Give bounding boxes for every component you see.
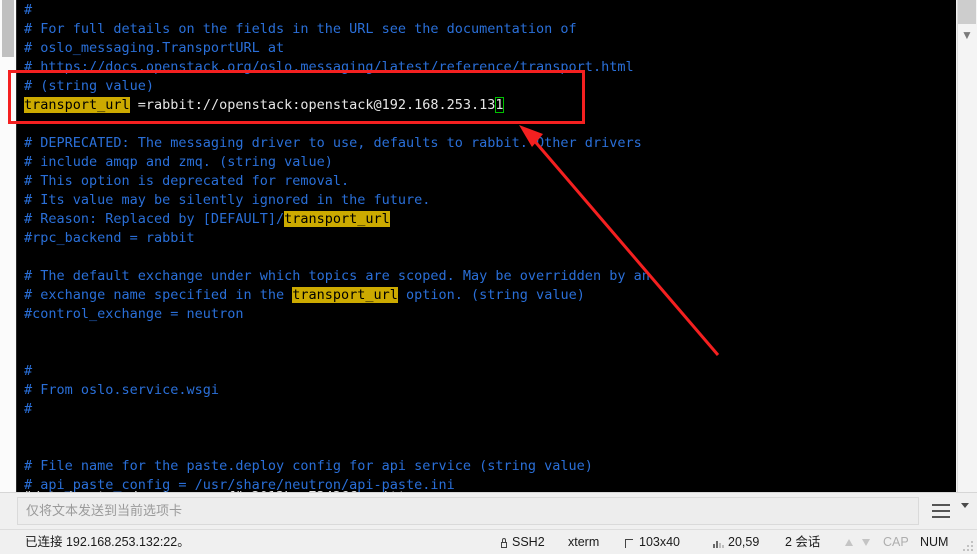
- status-bar: 已连接 192.168.253.132:22。 SSH2 xterm 103x4…: [0, 529, 977, 554]
- status-protocol-label: SSH2: [512, 535, 545, 549]
- search-match: transport_url: [284, 211, 390, 227]
- terminal-line: # DEPRECATED: The messaging driver to us…: [24, 134, 956, 153]
- terminal-line: #rpc_backend = rabbit: [24, 229, 956, 248]
- hamburger-menu-icon[interactable]: [928, 499, 954, 523]
- terminal-pane[interactable]: # # For full details on the fields in the…: [16, 0, 956, 492]
- chevron-down-icon[interactable]: [961, 503, 969, 508]
- status-dimensions: 103x40: [625, 530, 680, 554]
- terminal-line: transport_url =rabbit://openstack:openst…: [24, 96, 956, 115]
- terminal-text-run: # This option is deprecated for removal.: [24, 173, 350, 189]
- vim-status-line: "/etc/neutron/neutron.conf" 2013L, 73426…: [24, 469, 952, 492]
- scrollbar-track[interactable]: [957, 0, 977, 492]
- download-indicator-icon: [862, 530, 870, 554]
- status-num-lock: NUM: [920, 535, 949, 549]
- terminal-scrollbar-left[interactable]: [0, 0, 17, 492]
- terminal-line: # oslo_messaging.TransportURL at: [24, 39, 956, 58]
- status-protocol: SSH2: [500, 530, 545, 554]
- terminal-line: #: [24, 362, 956, 381]
- terminal-text-run: # include amqp and zmq. (string value): [24, 154, 333, 170]
- terminal-line: # Its value may be silently ignored in t…: [24, 191, 956, 210]
- terminal-text-run: #: [24, 401, 33, 417]
- terminal-text-run: # The default exchange under which topic…: [24, 268, 650, 284]
- terminal-text-run: # Reason: Replaced by [DEFAULT]/: [24, 211, 285, 227]
- terminal-text-run: option. (string value): [397, 287, 585, 303]
- send-text-input[interactable]: 仅将文本发送到当前选项卡: [17, 497, 919, 525]
- terminal-text-run: # From oslo.service.wsgi: [24, 382, 220, 398]
- search-match: transport_url: [292, 287, 398, 303]
- signal-icon: [713, 538, 724, 548]
- terminal-text-run: #rpc_backend = rabbit: [24, 230, 195, 246]
- status-caps-lock: CAP: [883, 535, 909, 549]
- status-terminal-type: xterm: [568, 535, 600, 549]
- terminal-text-run: # oslo_messaging.TransportURL at: [24, 40, 285, 56]
- status-dimensions-label: 103x40: [639, 535, 681, 549]
- terminal-line: # exchange name specified in the transpo…: [24, 286, 956, 305]
- terminal-line: # include amqp and zmq. (string value): [24, 153, 956, 172]
- scrollbar-thumb-right[interactable]: [958, 0, 976, 24]
- chevron-down-icon[interactable]: ▼: [958, 24, 976, 46]
- window-scrollbar-right[interactable]: ▼: [956, 0, 977, 492]
- terminal-text-run: # Its value may be silently ignored in t…: [24, 192, 431, 208]
- terminal-line: # (string value): [24, 77, 956, 96]
- lock-icon: [500, 538, 508, 548]
- status-connection: 已连接 192.168.253.132:22。: [25, 535, 190, 549]
- scrollbar-thumb[interactable]: [2, 0, 14, 57]
- command-bar: 仅将文本发送到当前选项卡: [0, 492, 977, 530]
- terminal-line: # https://docs.openstack.org/oslo.messag…: [24, 58, 956, 77]
- terminal-cursor: 1: [495, 97, 504, 113]
- terminal-text-run: #: [24, 363, 33, 379]
- terminal-text: # # For full details on the fields in the…: [16, 0, 956, 492]
- terminal-text-run: # For full details on the fields in the …: [24, 21, 577, 37]
- status-cursor: 20,59: [713, 530, 759, 554]
- status-sessions: 2 会话: [785, 535, 821, 549]
- securecrt-window: # # For full details on the fields in the…: [0, 0, 977, 554]
- terminal-line: #: [24, 1, 956, 20]
- terminal-text-run: # (string value): [24, 78, 155, 94]
- terminal-text-run: =rabbit://openstack:openstack@192.168.25…: [129, 97, 496, 113]
- upload-indicator-icon: [845, 530, 853, 554]
- terminal-line: # The default exchange under which topic…: [24, 267, 956, 286]
- terminal-text-run: # exchange name specified in the: [24, 287, 293, 303]
- terminal-line: #: [24, 400, 956, 419]
- terminal-line: # For full details on the fields in the …: [24, 20, 956, 39]
- terminal-text-run: # DEPRECATED: The messaging driver to us…: [24, 135, 642, 151]
- terminal-text-run: # https://docs.openstack.org/oslo.messag…: [24, 59, 634, 75]
- terminal-text-run: #: [24, 2, 33, 18]
- terminal-line: # From oslo.service.wsgi: [24, 381, 956, 400]
- resize-grip[interactable]: [963, 541, 974, 552]
- terminal-text-run: #control_exchange = neutron: [24, 306, 244, 322]
- terminal-line: #control_exchange = neutron: [24, 305, 956, 324]
- terminal-line: # Reason: Replaced by [DEFAULT]/transpor…: [24, 210, 956, 229]
- status-cursor-label: 20,59: [728, 535, 760, 549]
- terminal-line: # This option is deprecated for removal.: [24, 172, 956, 191]
- search-match: transport_url: [24, 97, 130, 113]
- resize-icon: [625, 538, 635, 548]
